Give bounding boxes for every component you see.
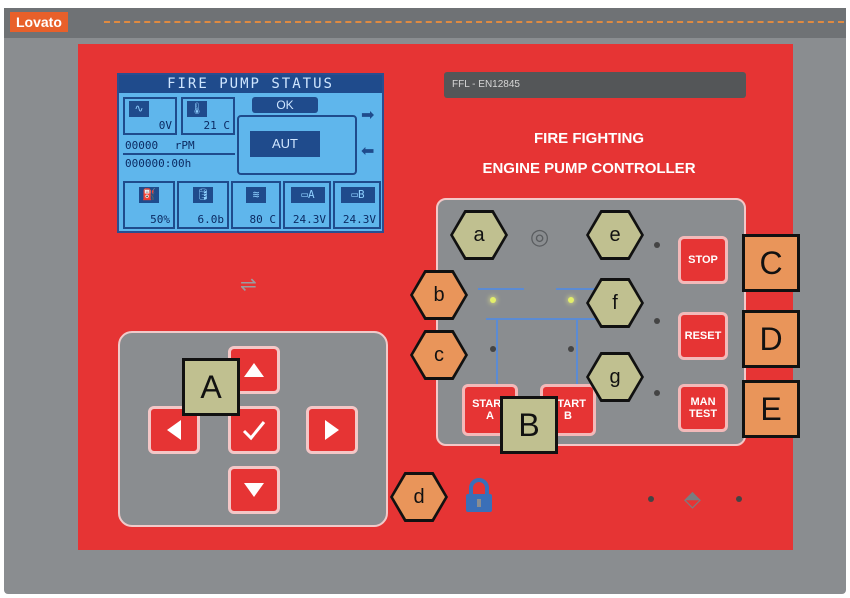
callout-A: A: [182, 358, 240, 416]
battery-icon: ▭A: [291, 187, 325, 203]
pump-icon: ◎: [530, 224, 550, 249]
man-test-sub: TEST: [688, 408, 718, 420]
battery-b-label: B: [358, 188, 365, 201]
arrow-left-icon: [167, 420, 181, 440]
led-f-right: [654, 318, 660, 324]
reset-button[interactable]: RESET: [678, 312, 728, 360]
voltage-cell: ∿ 0V: [123, 97, 177, 135]
voltage-value: 0V: [158, 119, 172, 132]
mode-indicator: AUT: [250, 131, 320, 157]
battery-a-cell: ▭A 24.3V: [283, 181, 331, 229]
check-icon: [242, 421, 266, 441]
usb-port-icon: ⇌: [240, 274, 257, 296]
callout-e-label: e: [609, 223, 621, 246]
heading-line-2: ENGINE PUMP CONTROLLER: [482, 160, 696, 177]
rpm-row: 00000 rPM: [125, 139, 195, 152]
arrow-down-icon: [244, 483, 264, 497]
led-e: [654, 242, 660, 248]
callout-C: C: [742, 234, 800, 292]
heading-line-1: FIRE FIGHTING: [534, 130, 644, 147]
battery-a-value: 24.3V: [292, 213, 326, 226]
model-label: FFL - EN12845: [444, 72, 746, 98]
line-e: [576, 318, 578, 384]
fuel-cell: ⛽ 50%: [123, 181, 175, 229]
callout-d-label: d: [413, 485, 425, 508]
callout-b-label: b: [433, 283, 445, 306]
arrow-down-button[interactable]: [228, 466, 280, 514]
battery-a-label: A: [308, 188, 315, 201]
callout-E: E: [742, 380, 800, 438]
led-b: [490, 297, 496, 303]
callout-B: B: [500, 396, 558, 454]
rpm-value: 00000: [125, 139, 159, 152]
man-test-label: MAN: [690, 396, 716, 408]
coolant-cell: ≋ 80 C: [231, 181, 281, 229]
rpm-unit: rPM: [174, 139, 195, 152]
line-d: [496, 318, 498, 384]
stop-button[interactable]: STOP: [678, 236, 728, 284]
line-a: [478, 288, 524, 290]
callout-D: D: [742, 310, 800, 368]
thermometer-icon: 🌡: [187, 101, 207, 117]
callout-g-label: g: [609, 365, 621, 388]
hours-value: 000000:00h: [125, 157, 192, 170]
lcd-display: FIRE PUMP STATUS ∿ 0V 🌡 21 C 00000 rPM 0…: [117, 73, 384, 233]
oil-icon: 🛢: [193, 187, 213, 203]
oil-pressure-value: 6.0b: [197, 213, 225, 226]
temperature-cell: 🌡 21 C: [181, 97, 235, 135]
coolant-value: 80 C: [249, 213, 277, 226]
start-b-sub: B: [564, 410, 572, 422]
status-ok: OK: [252, 97, 318, 113]
bottom-indicator: ⬘: [644, 484, 754, 514]
arrow-left-icon: ⬅: [361, 143, 375, 160]
bottom-led-right: [736, 496, 742, 502]
sine-wave-icon: ∿: [129, 101, 149, 117]
start-a-sub: A: [486, 410, 494, 422]
battery-icon: ▭B: [341, 187, 375, 203]
arrow-right-icon: [325, 420, 339, 440]
temperature-value: 21 C: [203, 119, 231, 132]
callout-c-label: c: [434, 343, 444, 366]
arrow-right-button[interactable]: [306, 406, 358, 454]
led-f: [568, 297, 574, 303]
oil-cell: 🛢 6.0b: [177, 181, 229, 229]
lcd-divider: [123, 153, 235, 155]
port-icon: ⬘: [684, 486, 701, 511]
line-c: [486, 318, 614, 320]
fuel-value: 50%: [150, 213, 170, 226]
led-g: [654, 390, 660, 396]
lock-icon: [466, 478, 492, 512]
callout-f-label: f: [612, 291, 618, 314]
top-stripe: [104, 21, 844, 23]
battery-b-cell: ▭B 24.3V: [333, 181, 381, 229]
arrow-up-icon: [244, 363, 264, 377]
top-bar: [4, 8, 846, 38]
arrow-right-icon: ➡: [361, 107, 375, 124]
led-c-right: [568, 346, 574, 352]
callout-a-label: a: [473, 223, 485, 246]
brand-logo: Lovato: [10, 12, 68, 32]
coolant-icon: ≋: [246, 187, 266, 203]
man-test-button[interactable]: MAN TEST: [678, 384, 728, 432]
fuel-icon: ⛽: [139, 187, 159, 203]
battery-b-value: 24.3V: [342, 213, 376, 226]
bottom-led-left: [648, 496, 654, 502]
lcd-title: FIRE PUMP STATUS: [119, 75, 382, 93]
